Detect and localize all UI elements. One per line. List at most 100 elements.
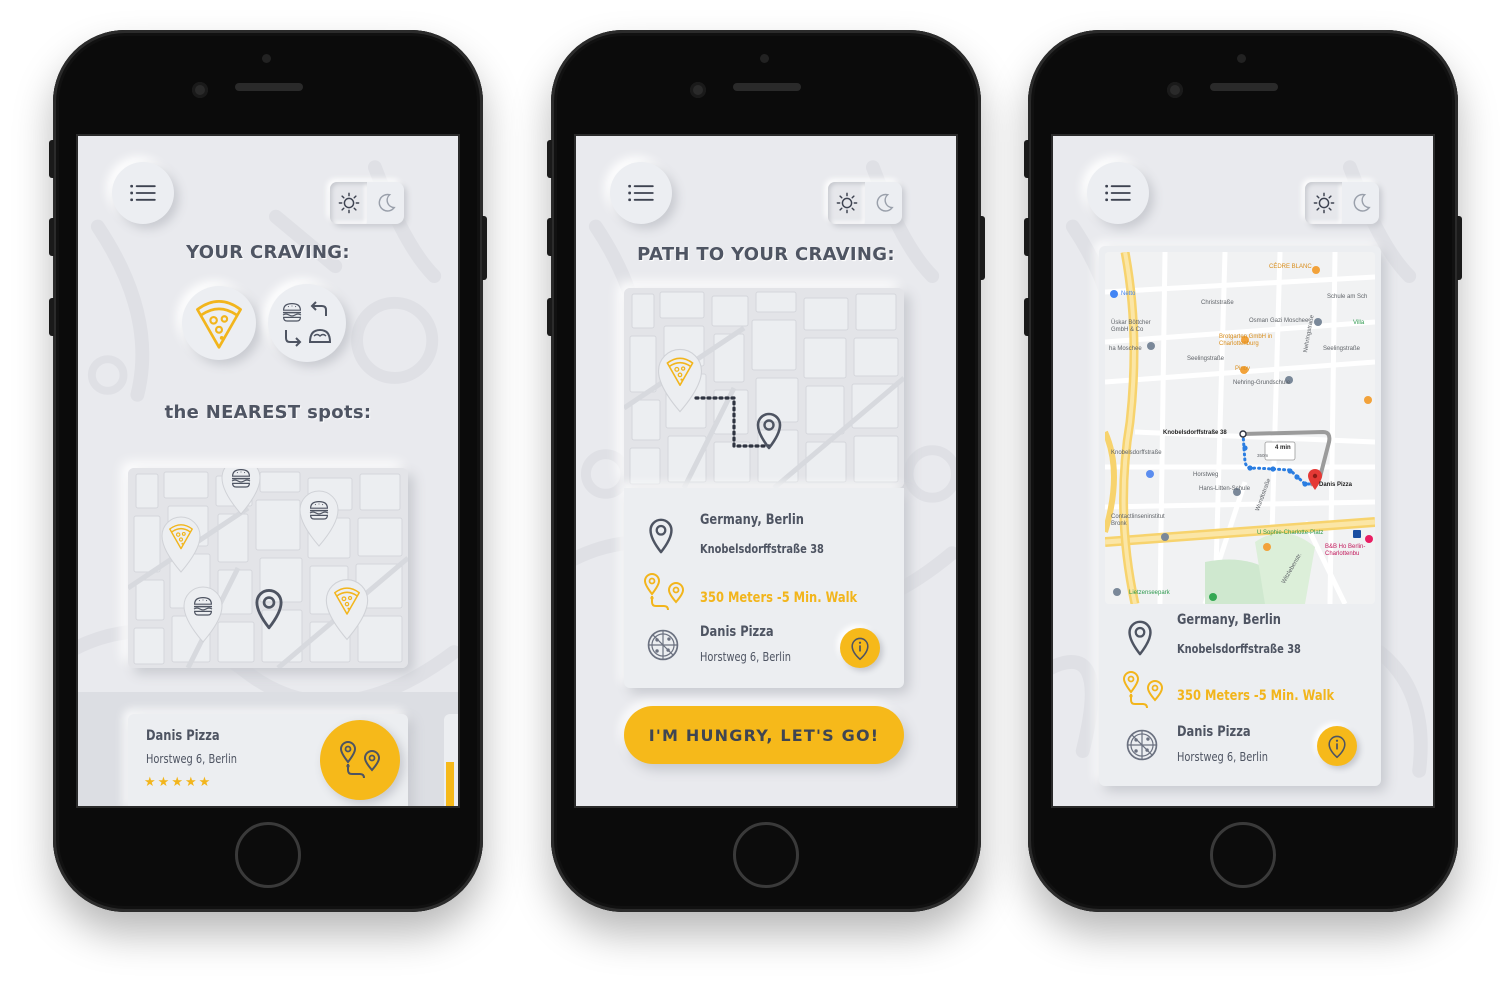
- spot-address: Horstweg 6, Berlin: [1177, 750, 1269, 764]
- map-label: Danis Pizza: [1319, 482, 1353, 488]
- map-label: Hans-Litten-Schule: [1199, 486, 1251, 492]
- pizza-marker[interactable]: [322, 576, 372, 642]
- go-button[interactable]: I'M HUNGRY, LET'S GO!: [624, 706, 904, 764]
- map-label: Knobelsdorffstraße 38: [1163, 430, 1227, 436]
- moon-icon: [375, 192, 397, 214]
- map-label: U Sophie-Charlotte-Platz: [1257, 530, 1324, 536]
- star-icon: ★: [157, 774, 172, 789]
- map-label: Osman Gazi Moschee: [1249, 318, 1309, 324]
- phone-1: YOUR CRAVING: the NEAREST spots: Danis P…: [49, 30, 487, 912]
- map-label: CÉDRE BLANC: [1269, 264, 1312, 270]
- menu-button[interactable]: [1087, 162, 1149, 224]
- pizza-icon: [1125, 728, 1159, 762]
- location-line-2: Knobelsdorffstraße 38: [1177, 642, 1301, 656]
- hamburger-menu-icon: [130, 183, 156, 203]
- swap-arrows-icon: [310, 301, 327, 316]
- moon-icon: [1350, 192, 1372, 214]
- burger-marker[interactable]: [180, 584, 226, 644]
- map-label: Knobelsdorffstraße: [1111, 450, 1162, 456]
- next-card-peek[interactable]: [444, 714, 458, 806]
- hamburger-menu-icon: [1105, 183, 1131, 203]
- light-mode-option[interactable]: [828, 182, 865, 224]
- earpiece-speaker: [1210, 83, 1278, 91]
- location-line-1: Germany, Berlin: [1177, 612, 1281, 628]
- front-camera: [1167, 82, 1183, 98]
- light-mode-option[interactable]: [1305, 182, 1342, 224]
- current-location-pin-icon: [754, 410, 784, 450]
- map-label: B&B Ho Berlin-Charlottenbu: [1325, 544, 1366, 557]
- google-map[interactable]: CÉDRE BLANC Netto Christstraße Schule am…: [1105, 252, 1375, 604]
- location-line-1: Germany, Berlin: [700, 512, 804, 528]
- nearest-title: the NEAREST spots:: [164, 402, 372, 423]
- pizza-icon: [192, 296, 246, 350]
- swap-arrows-back-icon: [285, 330, 302, 347]
- dark-mode-option[interactable]: [1342, 182, 1379, 224]
- map-label: Horstweg: [1193, 472, 1219, 478]
- burger-marker[interactable]: [218, 468, 264, 516]
- phone-2: PATH TO YOUR CRAVING: Germany, Berlin Kn…: [547, 30, 985, 912]
- map-label: Christstraße: [1201, 300, 1234, 306]
- pizza-marker[interactable]: [158, 514, 204, 574]
- route-pins-icon: [642, 572, 686, 612]
- pizza-choice-button[interactable]: [182, 286, 256, 360]
- info-button[interactable]: [1317, 726, 1357, 766]
- info-button[interactable]: [840, 628, 880, 668]
- sun-icon: [836, 192, 858, 214]
- front-camera: [192, 82, 208, 98]
- map-label: Seelingstraße: [1187, 356, 1225, 362]
- dark-mode-option[interactable]: [865, 182, 902, 224]
- route-pins-icon: [338, 740, 382, 780]
- map-label: Contactlinseninstitut Bronk: [1111, 514, 1165, 527]
- sun-icon: [338, 192, 360, 214]
- nearby-map[interactable]: [128, 468, 408, 668]
- spot-name: Danis Pizza: [1177, 724, 1251, 740]
- star-icon: ★: [198, 774, 213, 789]
- theme-toggle[interactable]: [330, 182, 404, 224]
- home-button[interactable]: [733, 822, 799, 888]
- map-label: Pinoy: [1235, 366, 1251, 372]
- map-label: ha Moschee: [1109, 346, 1142, 352]
- menu-button[interactable]: [112, 162, 174, 224]
- screen-craving: YOUR CRAVING: the NEAREST spots: Danis P…: [76, 134, 460, 808]
- theme-toggle[interactable]: [1305, 182, 1379, 224]
- spot-address: Horstweg 6, Berlin: [700, 650, 792, 664]
- spot-address: Horstweg 6, Berlin: [146, 752, 238, 766]
- go-button-label: I'M HUNGRY, LET'S GO!: [648, 725, 880, 745]
- map-label: Üskar Böttcher GmbH & Co: [1111, 320, 1151, 333]
- burger-icon: [280, 300, 304, 324]
- distance-text: 350 Meters -5 Min. Walk: [1177, 688, 1335, 704]
- taco-icon: [308, 328, 332, 343]
- dark-mode-option[interactable]: [367, 182, 404, 224]
- craving-title: YOUR CRAVING:: [186, 242, 350, 263]
- home-button[interactable]: [1210, 822, 1276, 888]
- menu-button[interactable]: [610, 162, 672, 224]
- route-pins-icon: [1121, 670, 1165, 710]
- walk-time: 4 min: [1275, 445, 1291, 451]
- theme-toggle[interactable]: [828, 182, 902, 224]
- screen-path: PATH TO YOUR CRAVING: Germany, Berlin Kn…: [574, 134, 958, 808]
- map-label: Schule am Sch: [1327, 294, 1368, 300]
- dotted-route: [694, 396, 771, 448]
- location-pin-icon: [646, 516, 676, 554]
- light-mode-option[interactable]: [330, 182, 367, 224]
- spot-name: Danis Pizza: [700, 624, 774, 640]
- route-info-card: Germany, Berlin Knobelsdorffstraße 38 35…: [624, 488, 904, 688]
- hamburger-menu-icon: [628, 183, 654, 203]
- map-label: Brotgarten GmbH in Charlottenburg: [1219, 334, 1273, 347]
- map-label: Netto: [1121, 291, 1136, 297]
- switch-craving-button[interactable]: [268, 284, 346, 362]
- map-label: Nehring-Grundschule: [1233, 380, 1291, 386]
- spot-name: Danis Pizza: [146, 728, 220, 744]
- moon-icon: [873, 192, 895, 214]
- distance-text: 350 Meters -5 Min. Walk: [700, 590, 858, 606]
- directions-button[interactable]: [320, 720, 400, 800]
- home-button[interactable]: [235, 822, 301, 888]
- burger-marker[interactable]: [296, 488, 342, 548]
- phone-3: CÉDRE BLANC Netto Christstraße Schule am…: [1024, 30, 1462, 912]
- info-icon: [847, 635, 873, 661]
- screen-directions: CÉDRE BLANC Netto Christstraße Schule am…: [1051, 134, 1435, 808]
- location-pin-icon: [1125, 618, 1155, 656]
- star-icon: ★: [171, 774, 185, 789]
- path-map[interactable]: [624, 288, 904, 488]
- sun-icon: [1313, 192, 1335, 214]
